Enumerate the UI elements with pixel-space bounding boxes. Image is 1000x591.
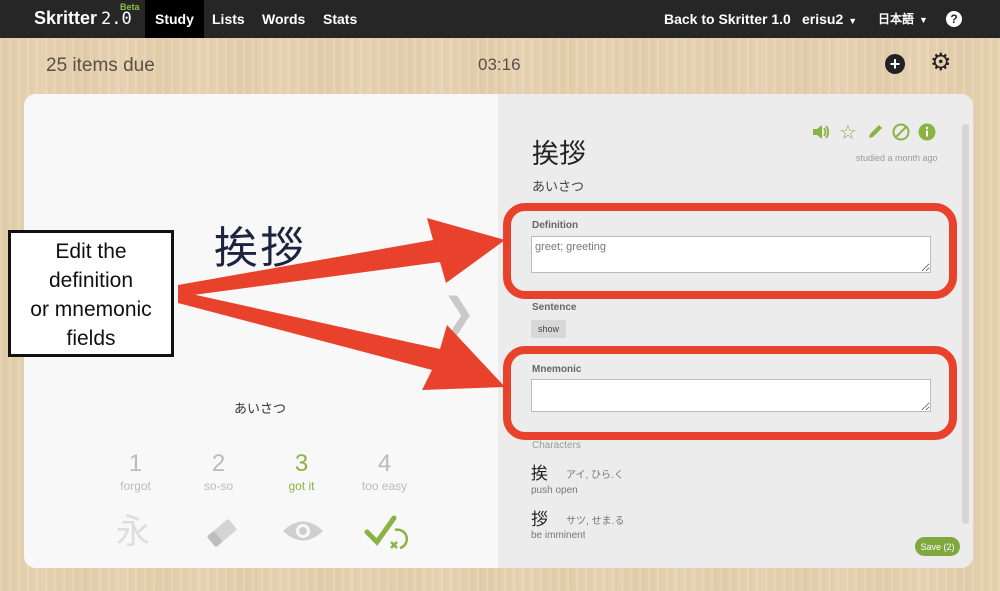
callout-line: fields [66, 327, 116, 350]
skritter-logo[interactable]: Skritter 2.0 Beta [34, 2, 140, 29]
grade-number: 2 [211, 450, 226, 477]
stroke-order-icon[interactable]: 永 [116, 512, 150, 552]
grade-4-button[interactable]: 4 too easy [343, 450, 426, 493]
language-menu[interactable]: 日本語 ▼ [868, 0, 938, 38]
gear-icon[interactable]: ⚙ [930, 49, 952, 77]
ban-icon[interactable] [891, 122, 911, 142]
language-name: 日本語 [878, 12, 915, 26]
caret-down-icon: ▼ [919, 15, 928, 25]
beta-badge: Beta [120, 2, 140, 12]
grade-label: forgot [120, 479, 151, 493]
grade-number: 1 [128, 450, 143, 477]
word-actions: ☆ [811, 122, 947, 144]
grade-number: 3 [294, 450, 309, 477]
prompt-reading: あいさつ [234, 401, 287, 416]
grade-3-button[interactable]: 3 got it [260, 450, 343, 493]
character-meaning: push open [531, 485, 578, 496]
show-sentence-button[interactable]: show [531, 320, 566, 338]
annotation-callout: Edit the definition or mnemonic fields [8, 230, 174, 357]
grade-buttons: 1 forgot 2 so-so 3 got it 4 too easy [94, 450, 426, 496]
character-meaning: be imminent [531, 530, 586, 538]
eraser-icon[interactable] [202, 514, 242, 557]
caret-down-icon: ▼ [848, 16, 858, 26]
nav-study[interactable]: Study [145, 0, 204, 38]
eye-icon[interactable] [281, 518, 325, 549]
check-next-icon[interactable] [364, 512, 412, 557]
grade-1-button[interactable]: 1 forgot [94, 450, 177, 493]
detail-word: 挨拶 [532, 139, 586, 170]
grade-2-button[interactable]: 2 so-so [177, 450, 260, 493]
studied-time: studied a month ago [856, 153, 938, 163]
audio-icon[interactable] [811, 122, 831, 142]
grade-label: got it [288, 479, 315, 493]
nav-stats[interactable]: Stats [313, 0, 367, 38]
chevron-right-icon[interactable]: ❯ [442, 290, 476, 336]
logo-version: 2.0 [101, 9, 132, 29]
character-glyph[interactable]: 挨 [531, 459, 548, 484]
info-icon[interactable] [917, 122, 937, 142]
callout-line: definition [48, 269, 134, 292]
nav-words[interactable]: Words [252, 0, 315, 38]
nav-lists[interactable]: Lists [202, 0, 255, 38]
sentence-label: Sentence [532, 302, 577, 313]
callout-line: or mnemonic [30, 298, 152, 321]
save-button[interactable]: Save (2) [915, 537, 960, 556]
details-panel: 挨拶 あいさつ ☆ studied a month ago Definition… [498, 94, 973, 568]
pencil-icon[interactable] [865, 122, 885, 142]
grade-number: 4 [377, 450, 392, 477]
user-menu[interactable]: erisu2 ▼ [792, 0, 867, 38]
add-icon[interactable]: + [885, 54, 905, 74]
callout-line: Edit the [55, 240, 127, 263]
logo-text: Skritter [34, 8, 98, 28]
grade-label: so-so [203, 479, 234, 493]
navbar: Skritter 2.0 Beta Study Lists Words Stats… [0, 0, 1000, 38]
star-icon[interactable]: ☆ [839, 120, 857, 144]
details-scrollbar[interactable] [962, 124, 969, 524]
definition-highlight [503, 203, 957, 299]
character-reading: サツ, せま.る [566, 516, 625, 527]
character-reading: アイ, ひら.く [566, 470, 624, 481]
prompt-word: 挨拶 [214, 223, 306, 274]
character-glyph[interactable]: 拶 [531, 505, 548, 530]
detail-reading: あいさつ [532, 179, 585, 194]
user-name: erisu2 [802, 11, 844, 27]
help-icon[interactable]: ? [946, 11, 962, 27]
study-timer: 03:16 [478, 55, 521, 74]
mnemonic-highlight [503, 346, 957, 440]
characters-label: Characters [532, 440, 581, 451]
items-due-count: 25 items due [46, 55, 155, 76]
back-to-skritter-1-link[interactable]: Back to Skritter 1.0 [654, 0, 801, 38]
grade-label: too easy [361, 479, 408, 493]
